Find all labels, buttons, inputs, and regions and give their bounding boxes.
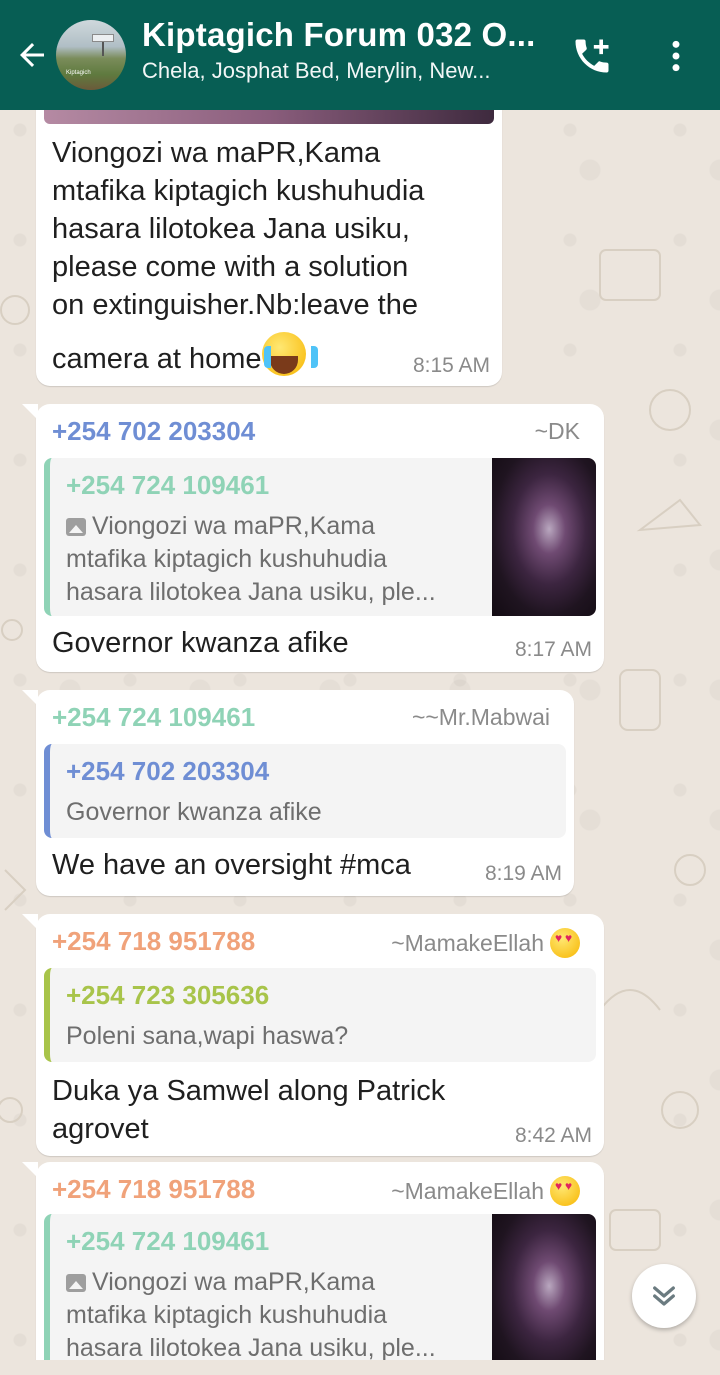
message-text: Viongozi wa maPR,Kama mtafika kiptagich … xyxy=(52,134,424,378)
sender-phone[interactable]: +254 702 203304 xyxy=(52,416,255,447)
quoted-sender: +254 702 203304 xyxy=(66,756,270,786)
composer-area xyxy=(0,1360,720,1375)
chat-title: Kiptagich Forum 032 O... xyxy=(142,16,536,53)
image-preview-bottom[interactable] xyxy=(44,110,494,124)
quoted-sender: +254 724 109461 xyxy=(66,470,270,500)
quoted-line: mtafika kiptagich kushuhudia xyxy=(66,545,388,573)
message-line: Duka ya Samwel along Patrick xyxy=(52,1075,446,1107)
sender-alias: ~DK xyxy=(534,418,580,444)
quoted-message[interactable]: +254 723 305636 Poleni sana,wapi haswa? xyxy=(44,968,596,1062)
back-button[interactable] xyxy=(10,33,54,77)
quoted-message[interactable]: +254 702 203304 Governor kwanza afike xyxy=(44,744,566,838)
message-list[interactable]: Viongozi wa maPR,Kama mtafika kiptagich … xyxy=(0,110,720,1360)
chat-info[interactable]: Kiptagich Forum 032 O... Chela, Josphat … xyxy=(142,14,542,86)
avatar-caption: Kiptagich xyxy=(66,70,91,76)
quoted-sender: +254 724 109461 xyxy=(66,1226,270,1256)
message-line: camera at home xyxy=(52,332,424,378)
quoted-image-thumbnail xyxy=(492,458,596,616)
quoted-line: hasara lilotokea Jana usiku, ple... xyxy=(66,578,436,606)
quoted-message[interactable]: +254 724 109461 Viongozi wa maPR,Kama mt… xyxy=(44,1214,596,1360)
message-text: Governor kwanza afike xyxy=(52,627,349,659)
sender-alias-text: ~MamakeEllah xyxy=(391,929,544,956)
message-bubble[interactable]: +254 718 951788 ~MamakeEllah +254 723 30… xyxy=(22,914,604,1156)
message-line: hasara lilotokea Jana usiku, xyxy=(52,213,410,245)
message-line: please come with a solution xyxy=(52,251,409,283)
message-line: on extinguisher.Nb:leave the xyxy=(52,289,418,321)
quoted-line: Viongozi wa maPR,Kama xyxy=(66,510,436,543)
quoted-line: Viongozi wa maPR,Kama xyxy=(66,1266,436,1299)
quoted-image-thumbnail xyxy=(492,1214,596,1360)
chat-header: Kiptagich Kiptagich Forum 032 O... Chela… xyxy=(0,0,720,110)
sender-phone[interactable]: +254 718 951788 xyxy=(52,926,255,957)
message-line: Viongozi wa maPR,Kama xyxy=(52,137,381,169)
arrow-left-icon xyxy=(20,43,44,67)
message-line: agrovet xyxy=(52,1113,149,1145)
quoted-line: mtafika kiptagich kushuhudia xyxy=(66,1301,388,1329)
sender-alias: ~MamakeEllah xyxy=(391,928,580,958)
message-bubble[interactable]: +254 718 951788 ~MamakeEllah +254 724 10… xyxy=(22,1162,604,1360)
quoted-line-text: Viongozi wa maPR,Kama xyxy=(92,512,376,540)
message-time: 8:15 AM xyxy=(412,354,490,377)
quoted-line-text: Viongozi wa maPR,Kama xyxy=(92,1268,376,1296)
message-time: 8:42 AM xyxy=(514,1124,592,1147)
avatar-sign xyxy=(92,34,114,42)
quoted-text: Governor kwanza afike xyxy=(66,798,322,826)
message-time: 8:17 AM xyxy=(514,638,592,661)
add-call-button[interactable] xyxy=(566,30,618,82)
image-icon xyxy=(66,1274,86,1292)
loudly-crying-face-icon xyxy=(261,332,318,376)
message-bubble[interactable]: Viongozi wa maPR,Kama mtafika kiptagich … xyxy=(36,110,502,386)
message-line-text: camera at home xyxy=(52,343,262,375)
message-bubble[interactable]: +254 724 109461 ~~Mr.Mabwai +254 702 203… xyxy=(22,690,574,896)
double-chevron-down-icon xyxy=(653,1286,675,1306)
add-call-icon xyxy=(575,39,609,73)
quoted-text: Viongozi wa maPR,Kama mtafika kiptagich … xyxy=(66,1266,436,1360)
quoted-sender: +254 723 305636 xyxy=(66,980,270,1010)
message-bubble[interactable]: +254 702 203304 ~DK +254 724 109461 Vion… xyxy=(22,404,604,672)
sender-phone[interactable]: +254 718 951788 xyxy=(52,1174,255,1205)
more-vert-icon xyxy=(672,40,680,72)
sender-alias: ~~Mr.Mabwai xyxy=(411,704,550,730)
message-text: Duka ya Samwel along Patrick agrovet xyxy=(52,1072,445,1148)
quoted-text: Poleni sana,wapi haswa? xyxy=(66,1022,349,1050)
sender-alias: ~MamakeEllah xyxy=(391,1176,580,1206)
scroll-to-bottom-button[interactable] xyxy=(632,1264,696,1328)
sender-alias-text: ~MamakeEllah xyxy=(391,1177,544,1204)
message-text: We have an oversight #mca xyxy=(52,849,411,881)
avatar-pole xyxy=(102,42,104,56)
more-options-button[interactable] xyxy=(652,30,700,82)
group-avatar[interactable]: Kiptagich xyxy=(56,20,126,90)
heart-eyes-icon xyxy=(550,1176,580,1206)
heart-eyes-icon xyxy=(550,928,580,958)
image-icon xyxy=(66,518,86,536)
quoted-line: hasara lilotokea Jana usiku, ple... xyxy=(66,1334,436,1360)
chat-participants: Chela, Josphat Bed, Merylin, New... xyxy=(142,58,491,83)
message-line: mtafika kiptagich kushuhudia xyxy=(52,175,425,207)
sender-phone[interactable]: +254 724 109461 xyxy=(52,702,255,733)
quoted-text: Viongozi wa maPR,Kama mtafika kiptagich … xyxy=(66,510,436,609)
message-time: 8:19 AM xyxy=(484,862,562,885)
quoted-message[interactable]: +254 724 109461 Viongozi wa maPR,Kama mt… xyxy=(44,458,596,616)
